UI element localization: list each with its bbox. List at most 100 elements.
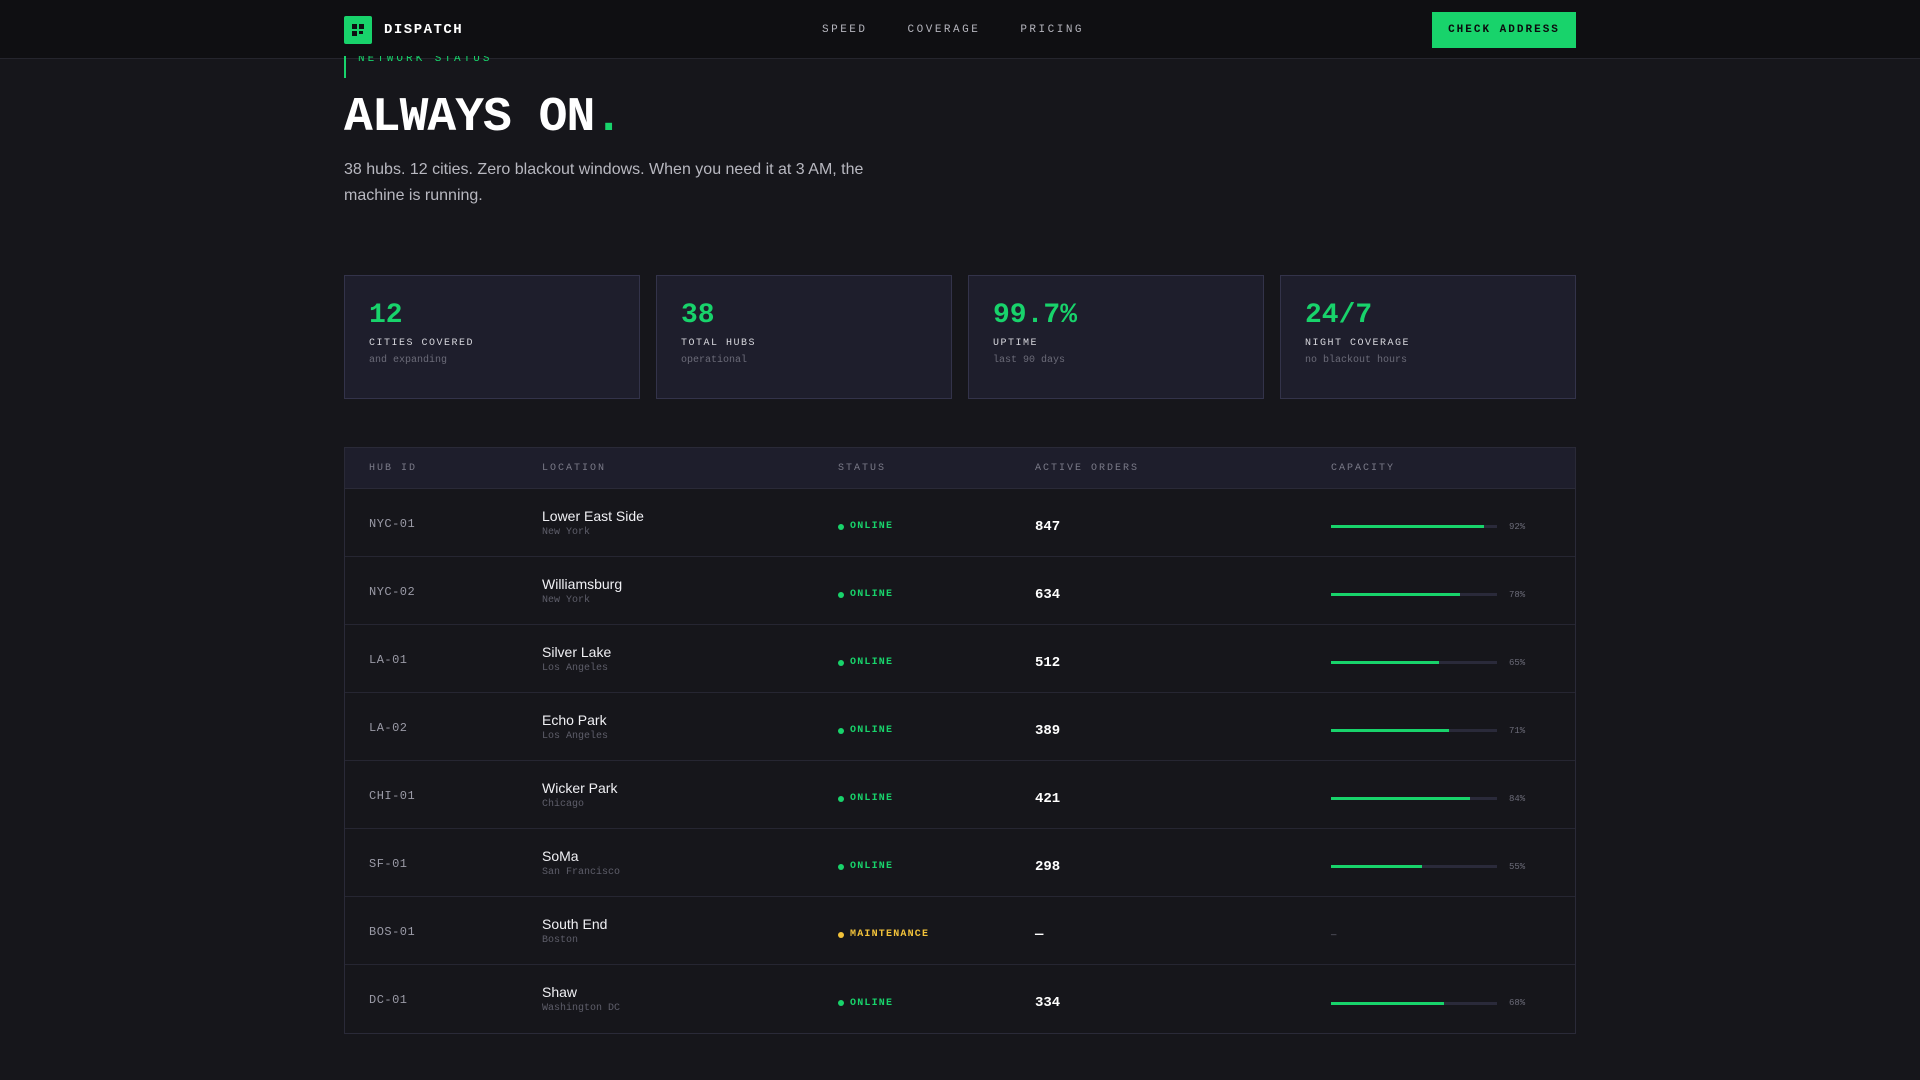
status-cell: ONLINE [838, 990, 1035, 1009]
capacity-percent: 55% [1509, 861, 1526, 872]
active-orders: — [1035, 926, 1044, 943]
capacity-meter: 84% [1331, 794, 1575, 804]
active-orders: 847 [1035, 518, 1061, 535]
status-cell: ONLINE [838, 717, 1035, 736]
page-title-dot: . [594, 91, 623, 145]
hub-status-table: HUB ID LOCATION STATUS ACTIVE ORDERS CAP… [344, 447, 1576, 1034]
location-name: SoMa [542, 847, 579, 864]
capacity-cell: 78% [1331, 582, 1575, 600]
stat-card-cities: 12 CITIES COVERED and expanding [344, 275, 640, 399]
location-name: Silver Lake [542, 643, 612, 660]
capacity-cell: 65% [1331, 650, 1575, 668]
location-city: Washington DC [542, 1003, 621, 1014]
table-row[interactable]: SF-01 SoMa San Francisco ONLINE 298 55% [345, 829, 1575, 897]
column-header-hub-id: HUB ID [369, 462, 418, 474]
status-label: ONLINE [850, 589, 894, 600]
nav-link-coverage[interactable]: COVERAGE [908, 24, 981, 36]
table-row[interactable]: CHI-01 Wicker Park Chicago ONLINE 421 84… [345, 761, 1575, 829]
brand-name: DISPATCH [384, 21, 464, 38]
orders-cell: 421 [1035, 783, 1331, 807]
capacity-bar-fill [1331, 729, 1449, 732]
table-row[interactable]: LA-02 Echo Park Los Angeles ONLINE 389 7… [345, 693, 1575, 761]
table-row[interactable]: NYC-01 Lower East Side New York ONLINE 8… [345, 489, 1575, 557]
status-badge: ONLINE [838, 998, 1035, 1009]
check-address-button[interactable]: CHECK ADDRESS [1432, 11, 1576, 48]
status-badge: ONLINE [838, 521, 1035, 532]
page-title-text: ALWAYS ON [344, 91, 595, 145]
hub-id-cell: NYC-02 [345, 582, 542, 600]
status-label: ONLINE [850, 997, 894, 1009]
capacity-bar-fill [1331, 661, 1439, 664]
page-subtitle: 38 hubs. 12 cities. Zero blackout window… [344, 161, 864, 204]
capacity-bar-fill [1331, 1001, 1444, 1005]
capacity-cell: — [1331, 922, 1575, 940]
nav-link-speed[interactable]: SPEED [822, 24, 868, 36]
capacity-percent: 84% [1509, 793, 1526, 804]
active-orders: 634 [1035, 586, 1061, 603]
stat-label: UPTIME [993, 338, 1039, 349]
location-city: Boston [542, 934, 579, 946]
nav-link-pricing[interactable]: PRICING [1020, 24, 1084, 36]
hub-id-cell: DC-01 [345, 990, 542, 1008]
capacity-bar-fill [1331, 593, 1461, 596]
status-badge: ONLINE [838, 725, 1035, 736]
capacity-bar [1331, 729, 1497, 732]
location-name: Williamsburg [542, 575, 623, 592]
location-cell: Echo Park Los Angeles [542, 712, 838, 742]
hub-id-cell: BOS-01 [345, 922, 542, 940]
status-cell: MAINTENANCE [838, 921, 1035, 940]
status-label: ONLINE [850, 521, 894, 532]
hub-id: LA-02 [369, 720, 408, 735]
hub-id: SF-01 [369, 856, 408, 871]
capacity-bar-fill [1331, 525, 1484, 528]
capacity-bar-fill [1331, 797, 1471, 800]
status-label: ONLINE [850, 725, 894, 736]
capacity-bar [1331, 1001, 1497, 1005]
status-badge: ONLINE [838, 589, 1035, 600]
table-header: HUB ID LOCATION STATUS ACTIVE ORDERS CAP… [345, 448, 1575, 489]
capacity-meter: 71% [1331, 726, 1575, 736]
orders-cell: 512 [1035, 647, 1331, 671]
stat-sub: and expanding [369, 355, 448, 366]
capacity-bar [1331, 661, 1497, 664]
location-cell: Silver Lake Los Angeles [542, 644, 838, 674]
hub-id: BOS-01 [369, 924, 416, 939]
location-name: Echo Park [542, 711, 607, 728]
capacity-percent: 68% [1509, 998, 1526, 1008]
grid-logo-icon [344, 15, 372, 44]
stat-label: NIGHT COVERAGE [1305, 338, 1411, 349]
stat-value: 38 [681, 300, 715, 331]
capacity-percent: 78% [1509, 589, 1526, 600]
table-row[interactable]: DC-01 Shaw Washington DC ONLINE 334 68% [345, 965, 1575, 1033]
status-dot-icon [838, 863, 844, 870]
status-dot-icon [838, 931, 844, 938]
column-header-capacity: CAPACITY [1331, 462, 1396, 474]
active-orders: 298 [1035, 858, 1061, 875]
status-dot-icon [838, 795, 844, 802]
stat-value: 99.7% [993, 300, 1078, 331]
orders-cell: 634 [1035, 579, 1331, 603]
capacity-meter: 78% [1331, 590, 1575, 600]
brand[interactable]: DISPATCH [344, 15, 464, 44]
location-cell: SoMa San Francisco [542, 848, 838, 878]
location-cell: Wicker Park Chicago [542, 780, 838, 810]
status-cell: ONLINE [838, 581, 1035, 600]
capacity-meter: — [1331, 930, 1575, 940]
capacity-percent: 65% [1509, 657, 1526, 668]
capacity-cell: 55% [1331, 854, 1575, 872]
stat-card-uptime: 99.7% UPTIME last 90 days [968, 275, 1264, 399]
table-row[interactable]: LA-01 Silver Lake Los Angeles ONLINE 512… [345, 625, 1575, 693]
column-header-location: LOCATION [542, 462, 607, 474]
location-city: New York [542, 594, 591, 606]
location-city: Chicago [542, 798, 585, 810]
status-cell: ONLINE [838, 853, 1035, 872]
active-orders: 512 [1035, 654, 1061, 671]
capacity-cell: 68% [1331, 990, 1575, 1008]
table-row[interactable]: BOS-01 South End Boston MAINTENANCE — — [345, 897, 1575, 965]
status-badge: ONLINE [838, 793, 1035, 804]
status-label: ONLINE [850, 793, 894, 804]
active-orders: 421 [1035, 790, 1061, 807]
table-row[interactable]: NYC-02 Williamsburg New York ONLINE 634 … [345, 557, 1575, 625]
location-name: Shaw [542, 984, 578, 1000]
orders-cell: 334 [1035, 987, 1331, 1011]
